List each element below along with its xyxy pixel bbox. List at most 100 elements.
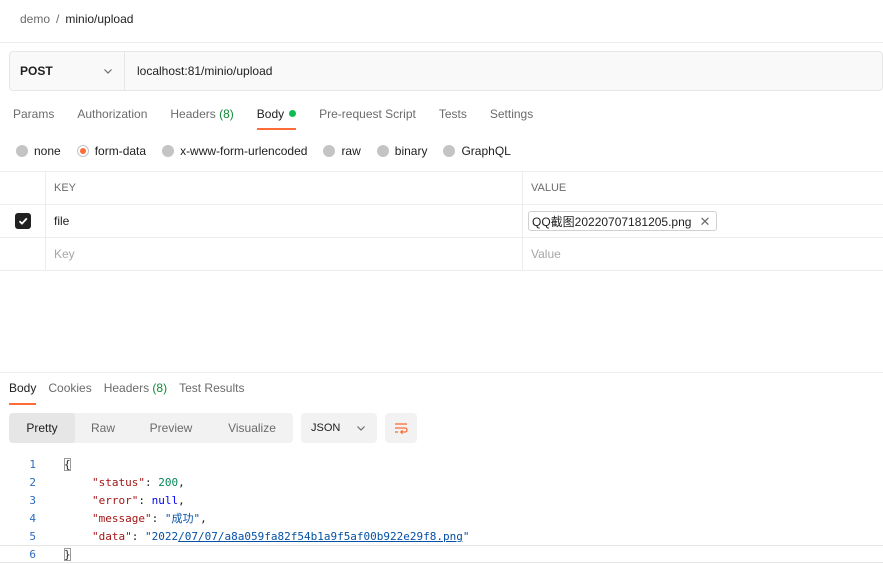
code-line: 6 } [0, 545, 883, 563]
response-tab-body[interactable]: Body [9, 375, 37, 405]
data-link[interactable]: /07/07/a8a059fa82f54b1a9f5af00b922e29f8.… [178, 530, 463, 543]
form-data-table: KEY VALUE file QQ截图20220707181205.png ✕ … [0, 171, 883, 271]
line-number: 2 [29, 475, 36, 489]
column-header-value: VALUE [531, 182, 567, 194]
tab-label: Headers [103, 381, 150, 395]
view-visualize-button[interactable]: Visualize [211, 413, 293, 443]
radio-label: form-data [94, 144, 147, 158]
code-token: } [64, 547, 71, 561]
response-code-viewer[interactable]: 1 { 2 "status": 200, 3 "error": null, 4 … [0, 455, 883, 563]
line-number: 1 [29, 457, 36, 471]
request-bar: POST localhost:81/minio/upload [9, 51, 883, 91]
file-name: QQ截图20220707181205.png [532, 214, 692, 229]
tab-settings[interactable]: Settings [490, 100, 533, 130]
radio-button[interactable] [323, 145, 336, 157]
key-field[interactable]: file [46, 205, 523, 237]
tab-headers[interactable]: Headers (8) [170, 100, 233, 130]
headers-count: (8) [152, 381, 168, 395]
tab-label: Body [9, 381, 37, 395]
response-divider[interactable] [0, 372, 883, 373]
tab-tests[interactable]: Tests [439, 100, 467, 130]
tab-params[interactable]: Params [13, 100, 54, 130]
line-number: 5 [29, 529, 36, 543]
body-type-options: none form-data x-www-form-urlencoded raw… [16, 143, 527, 159]
row-checkbox[interactable] [14, 213, 31, 229]
breadcrumb-current[interactable]: minio/upload [65, 12, 133, 26]
file-chip[interactable]: QQ截图20220707181205.png ✕ [528, 211, 718, 231]
new-value-input[interactable]: Value [523, 238, 883, 270]
radio-label: none [34, 144, 61, 158]
tab-label: Tests [438, 107, 467, 121]
breadcrumb-parent[interactable]: demo [20, 12, 50, 26]
tab-label: Cookies [48, 381, 92, 395]
line-number: 6 [29, 547, 36, 561]
tab-label: Authorization [77, 107, 148, 121]
table-row-new: Key Value [0, 238, 883, 271]
breadcrumb-separator: / [56, 12, 60, 26]
column-header-key: KEY [46, 172, 523, 204]
radio-label: raw [341, 144, 361, 158]
tab-label: Pre-request Script [319, 107, 416, 121]
table-header-row: KEY VALUE [0, 172, 883, 205]
headers-count: (8) [219, 107, 234, 121]
row-check-cell [0, 205, 46, 237]
code-token: null [151, 493, 179, 507]
breadcrumb: demo / minio/upload [20, 10, 133, 28]
value-field[interactable]: QQ截图20220707181205.png ✕ [523, 205, 883, 237]
tab-label: Headers [170, 107, 216, 121]
wrap-lines-button[interactable] [385, 413, 417, 443]
code-line: 2 "status": 200, [0, 473, 883, 491]
radio-label: binary [394, 144, 428, 158]
radio-graphql[interactable]: GraphQL [443, 144, 511, 158]
tab-body[interactable]: Body [256, 100, 297, 130]
radio-x-www-form-urlencoded[interactable]: x-www-form-urlencoded [162, 144, 307, 158]
radio-binary[interactable]: binary [376, 144, 428, 158]
radio-button[interactable] [443, 145, 456, 157]
request-tabs: Params Authorization Headers (8) Body Pr… [13, 100, 556, 130]
radio-none[interactable]: none [16, 144, 61, 158]
code-token: 2022/07/07/a8a059fa82f54b1a9f5af00b922e2… [151, 529, 463, 543]
url-input[interactable]: localhost:81/minio/upload [125, 52, 882, 90]
row-check-cell [0, 238, 46, 270]
response-tab-headers[interactable]: Headers (8) [104, 375, 167, 405]
radio-button[interactable] [162, 145, 175, 157]
wrap-lines-icon [395, 423, 408, 435]
view-pretty-button[interactable]: Pretty [9, 413, 75, 443]
response-tab-test-results[interactable]: Test Results [179, 375, 244, 405]
code-token: 200 [158, 475, 179, 489]
code-token: { [64, 457, 71, 471]
chevron-down-icon [104, 69, 112, 74]
method-label: POST [20, 64, 53, 78]
body-indicator-dot [289, 110, 297, 117]
radio-label: GraphQL [461, 144, 511, 158]
tab-label: Test Results [179, 381, 245, 395]
tab-authorization[interactable]: Authorization [77, 100, 147, 130]
tab-label: Settings [489, 107, 534, 121]
divider [0, 42, 883, 43]
code-token: "data" [92, 529, 132, 543]
close-icon[interactable]: ✕ [699, 215, 710, 228]
radio-button[interactable] [76, 145, 89, 157]
code-line: 3 "error": null, [0, 491, 883, 509]
method-select[interactable]: POST [10, 52, 125, 90]
line-number: 4 [29, 511, 36, 525]
code-line: 5 "data": "2022/07/07/a8a059fa82f54b1a9f… [0, 527, 883, 545]
view-raw-button[interactable]: Raw [75, 413, 131, 443]
response-tab-cookies[interactable]: Cookies [48, 375, 91, 405]
code-token: "status" [92, 475, 145, 489]
chevron-down-icon [357, 426, 365, 431]
code-token: "成功" [164, 512, 201, 525]
response-tabs: Body Cookies Headers (8) Test Results [9, 375, 256, 405]
radio-button[interactable] [16, 145, 28, 157]
code-token: "message" [92, 512, 152, 525]
new-key-input[interactable]: Key [46, 238, 523, 270]
radio-raw[interactable]: raw [323, 144, 361, 158]
code-line: 1 { [0, 455, 883, 473]
code-line: 4 "message": "成功", [0, 509, 883, 527]
tab-pre-request-script[interactable]: Pre-request Script [319, 100, 416, 130]
view-mode-switch: Pretty Raw Preview Visualize [9, 413, 293, 443]
radio-form-data[interactable]: form-data [76, 144, 147, 158]
radio-button[interactable] [376, 145, 389, 157]
view-preview-button[interactable]: Preview [131, 413, 211, 443]
format-select[interactable]: JSON [301, 413, 377, 443]
